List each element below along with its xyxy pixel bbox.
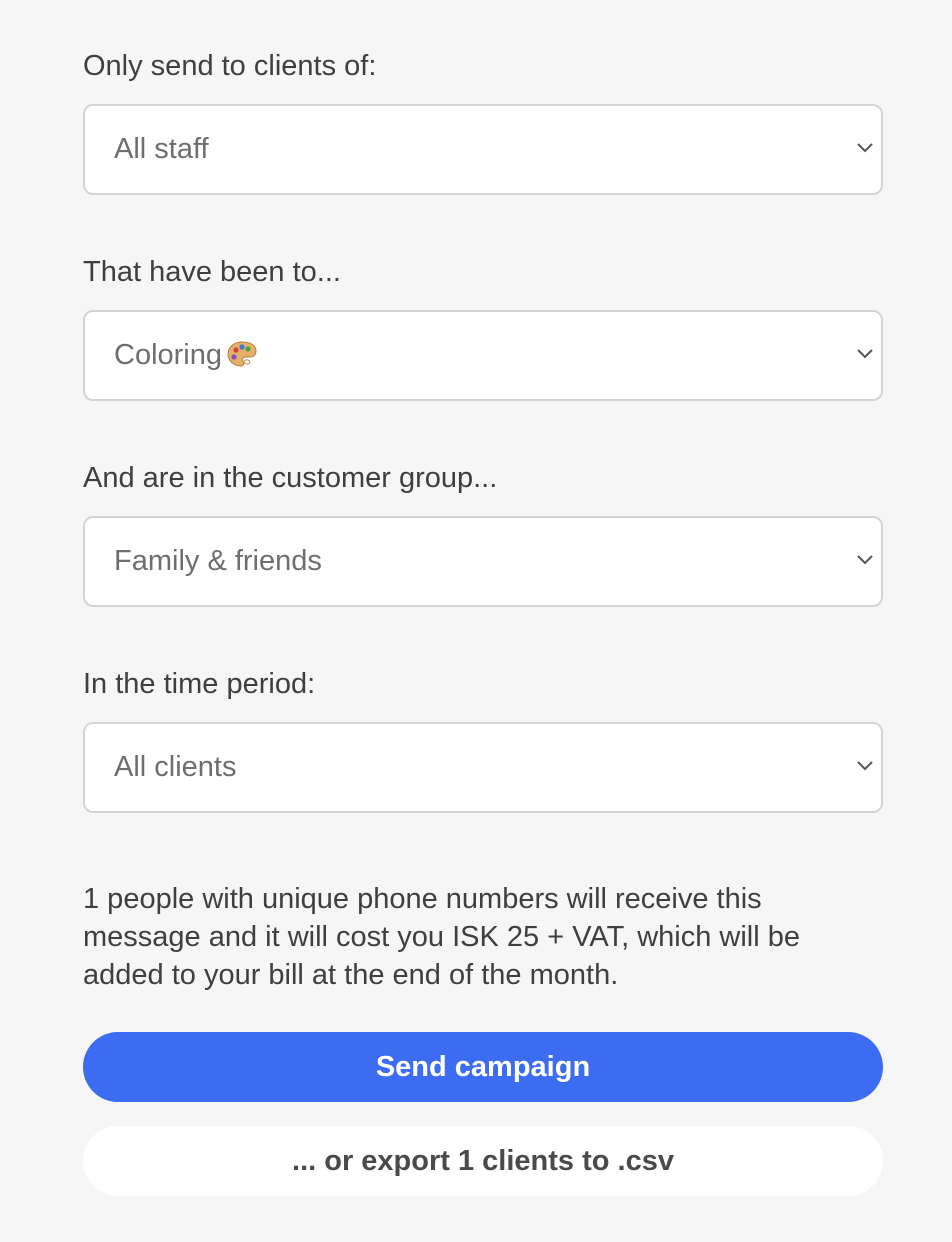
service-select-value-wrap: Coloring [114,312,258,399]
staff-select[interactable]: All staff [83,104,883,195]
chevron-down-icon [855,346,875,360]
artist-palette-icon [226,316,258,367]
campaign-cost-info: 1 people with unique phone numbers will … [83,883,800,991]
time-period-filter-label: In the time period: [83,668,316,700]
customer-group-filter-label: And are in the customer group... [83,462,498,494]
customer-group-select[interactable]: Family & friends [83,516,883,607]
time-period-select-value: All clients [114,751,237,783]
chevron-down-icon [855,140,875,154]
customer-group-select-value: Family & friends [114,545,322,577]
service-select[interactable]: Coloring [83,310,883,401]
chevron-down-icon [855,758,875,772]
send-campaign-button[interactable]: Send campaign [83,1032,883,1102]
chevron-down-icon [855,552,875,566]
staff-filter-label: Only send to clients of: [83,50,377,82]
staff-select-value: All staff [114,133,209,165]
service-select-value: Coloring [114,339,222,371]
service-filter-label: That have been to... [83,256,341,288]
export-csv-button[interactable]: ... or export 1 clients to .csv [83,1126,883,1196]
time-period-select[interactable]: All clients [83,722,883,813]
